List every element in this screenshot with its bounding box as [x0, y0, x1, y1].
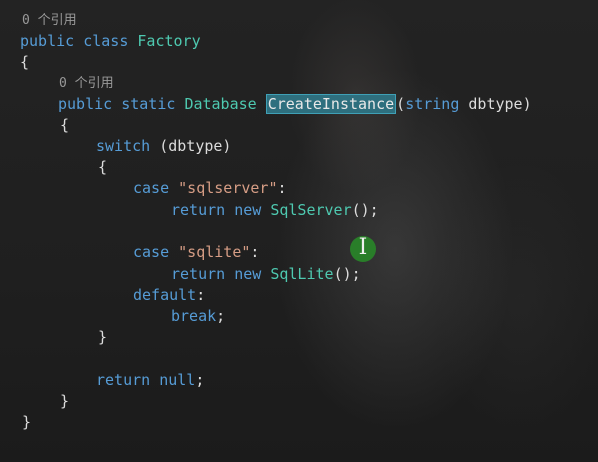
close-brace: }: [22, 413, 32, 431]
keyword-break: break: [171, 307, 217, 325]
colon: :: [196, 286, 206, 304]
keyword-case: case: [133, 243, 170, 261]
code-line-return-null[interactable]: return null;: [96, 370, 204, 391]
call-parens: ();: [333, 265, 361, 283]
code-line-class-close-brace[interactable]: }: [22, 412, 31, 433]
code-line-class-declaration[interactable]: public class Factory: [20, 31, 201, 52]
colon: :: [250, 243, 260, 261]
keyword-switch: switch: [96, 137, 151, 155]
code-line-method-signature[interactable]: public static Database CreateInstance (st…: [58, 94, 532, 115]
semicolon: ;: [216, 307, 226, 325]
type-sqllite: SqlLite: [270, 265, 334, 283]
code-line-switch[interactable]: switch (dbtype): [96, 136, 231, 157]
keyword-string: string: [405, 95, 460, 113]
keyword-return: return: [171, 265, 226, 283]
open-brace: {: [20, 53, 30, 71]
colon: :: [277, 179, 287, 197]
codelens-references-method[interactable]: 0 个引用: [59, 73, 114, 94]
keyword-new: new: [234, 265, 262, 283]
close-brace: }: [98, 328, 108, 346]
type-sqlserver: SqlServer: [270, 201, 352, 219]
code-line-method-open-brace[interactable]: {: [60, 115, 69, 136]
selected-method-name[interactable]: CreateInstance: [265, 94, 397, 114]
keyword-case: case: [133, 179, 170, 197]
string-sqlserver: "sqlserver": [178, 179, 278, 197]
paren-open: (: [396, 95, 406, 113]
string-sqlite: "sqlite": [178, 243, 251, 261]
code-line-switch-close-brace[interactable]: }: [98, 327, 107, 348]
paren-close: ): [522, 95, 532, 113]
keyword-public: public: [58, 95, 113, 113]
open-brace: {: [60, 116, 70, 134]
code-line-return-sqllite[interactable]: return new SqlLite();: [171, 264, 361, 285]
type-database: Database: [184, 95, 257, 113]
keyword-static: static: [121, 95, 176, 113]
code-line-break[interactable]: break;: [171, 306, 225, 327]
close-brace: }: [60, 392, 70, 410]
keyword-null: null: [159, 371, 196, 389]
switch-expression: (dbtype): [159, 137, 232, 155]
code-editor[interactable]: 0 个引用 public class Factory { 0 个引用 publi…: [0, 0, 598, 462]
semicolon: ;: [195, 371, 205, 389]
keyword-default: default: [133, 286, 197, 304]
code-line-method-close-brace[interactable]: }: [60, 391, 69, 412]
code-line-return-sqlserver[interactable]: return new SqlServer();: [171, 200, 379, 221]
code-line-default[interactable]: default:: [133, 285, 205, 306]
codelens-references-class[interactable]: 0 个引用: [22, 10, 77, 31]
keyword-return: return: [171, 201, 226, 219]
open-brace: {: [98, 158, 108, 176]
keyword-new: new: [234, 201, 262, 219]
call-parens: ();: [351, 201, 379, 219]
code-line-class-open-brace[interactable]: {: [20, 52, 29, 73]
code-line-switch-open-brace[interactable]: {: [98, 157, 107, 178]
keyword-public: public: [20, 32, 75, 50]
param-dbtype: dbtype: [468, 95, 523, 113]
text-cursor-icon: I: [358, 235, 368, 260]
class-name-factory: Factory: [137, 32, 201, 50]
keyword-class: class: [83, 32, 129, 50]
code-line-case-sqlite[interactable]: case "sqlite":: [133, 242, 259, 263]
code-line-case-sqlserver[interactable]: case "sqlserver":: [133, 178, 287, 199]
keyword-return: return: [96, 371, 151, 389]
